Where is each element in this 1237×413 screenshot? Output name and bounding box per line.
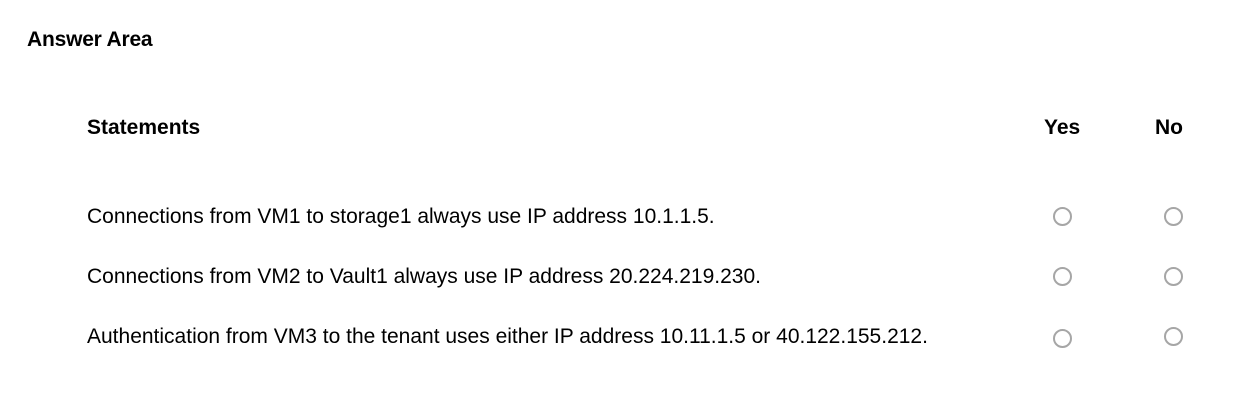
no-radio-button[interactable] [1164, 207, 1183, 226]
statement-row-2: Connections from VM2 to Vault1 always us… [0, 263, 1237, 303]
statement-row-1: Connections from VM1 to storage1 always … [0, 203, 1237, 243]
no-radio-button[interactable] [1164, 267, 1183, 286]
yes-radio-button[interactable] [1053, 207, 1072, 226]
answer-area-title: Answer Area [27, 28, 153, 51]
yes-radio-button[interactable] [1053, 329, 1072, 348]
no-radio-button[interactable] [1164, 327, 1183, 346]
no-header: No [1155, 116, 1183, 139]
statement-row-3: Authentication from VM3 to the tenant us… [0, 323, 1237, 363]
statement-text: Connections from VM2 to Vault1 always us… [87, 265, 761, 288]
statement-text: Authentication from VM3 to the tenant us… [87, 325, 928, 348]
statements-header: Statements [87, 116, 201, 139]
yes-header: Yes [1044, 116, 1081, 139]
statement-text: Connections from VM1 to storage1 always … [87, 205, 715, 228]
yes-radio-button[interactable] [1053, 267, 1072, 286]
